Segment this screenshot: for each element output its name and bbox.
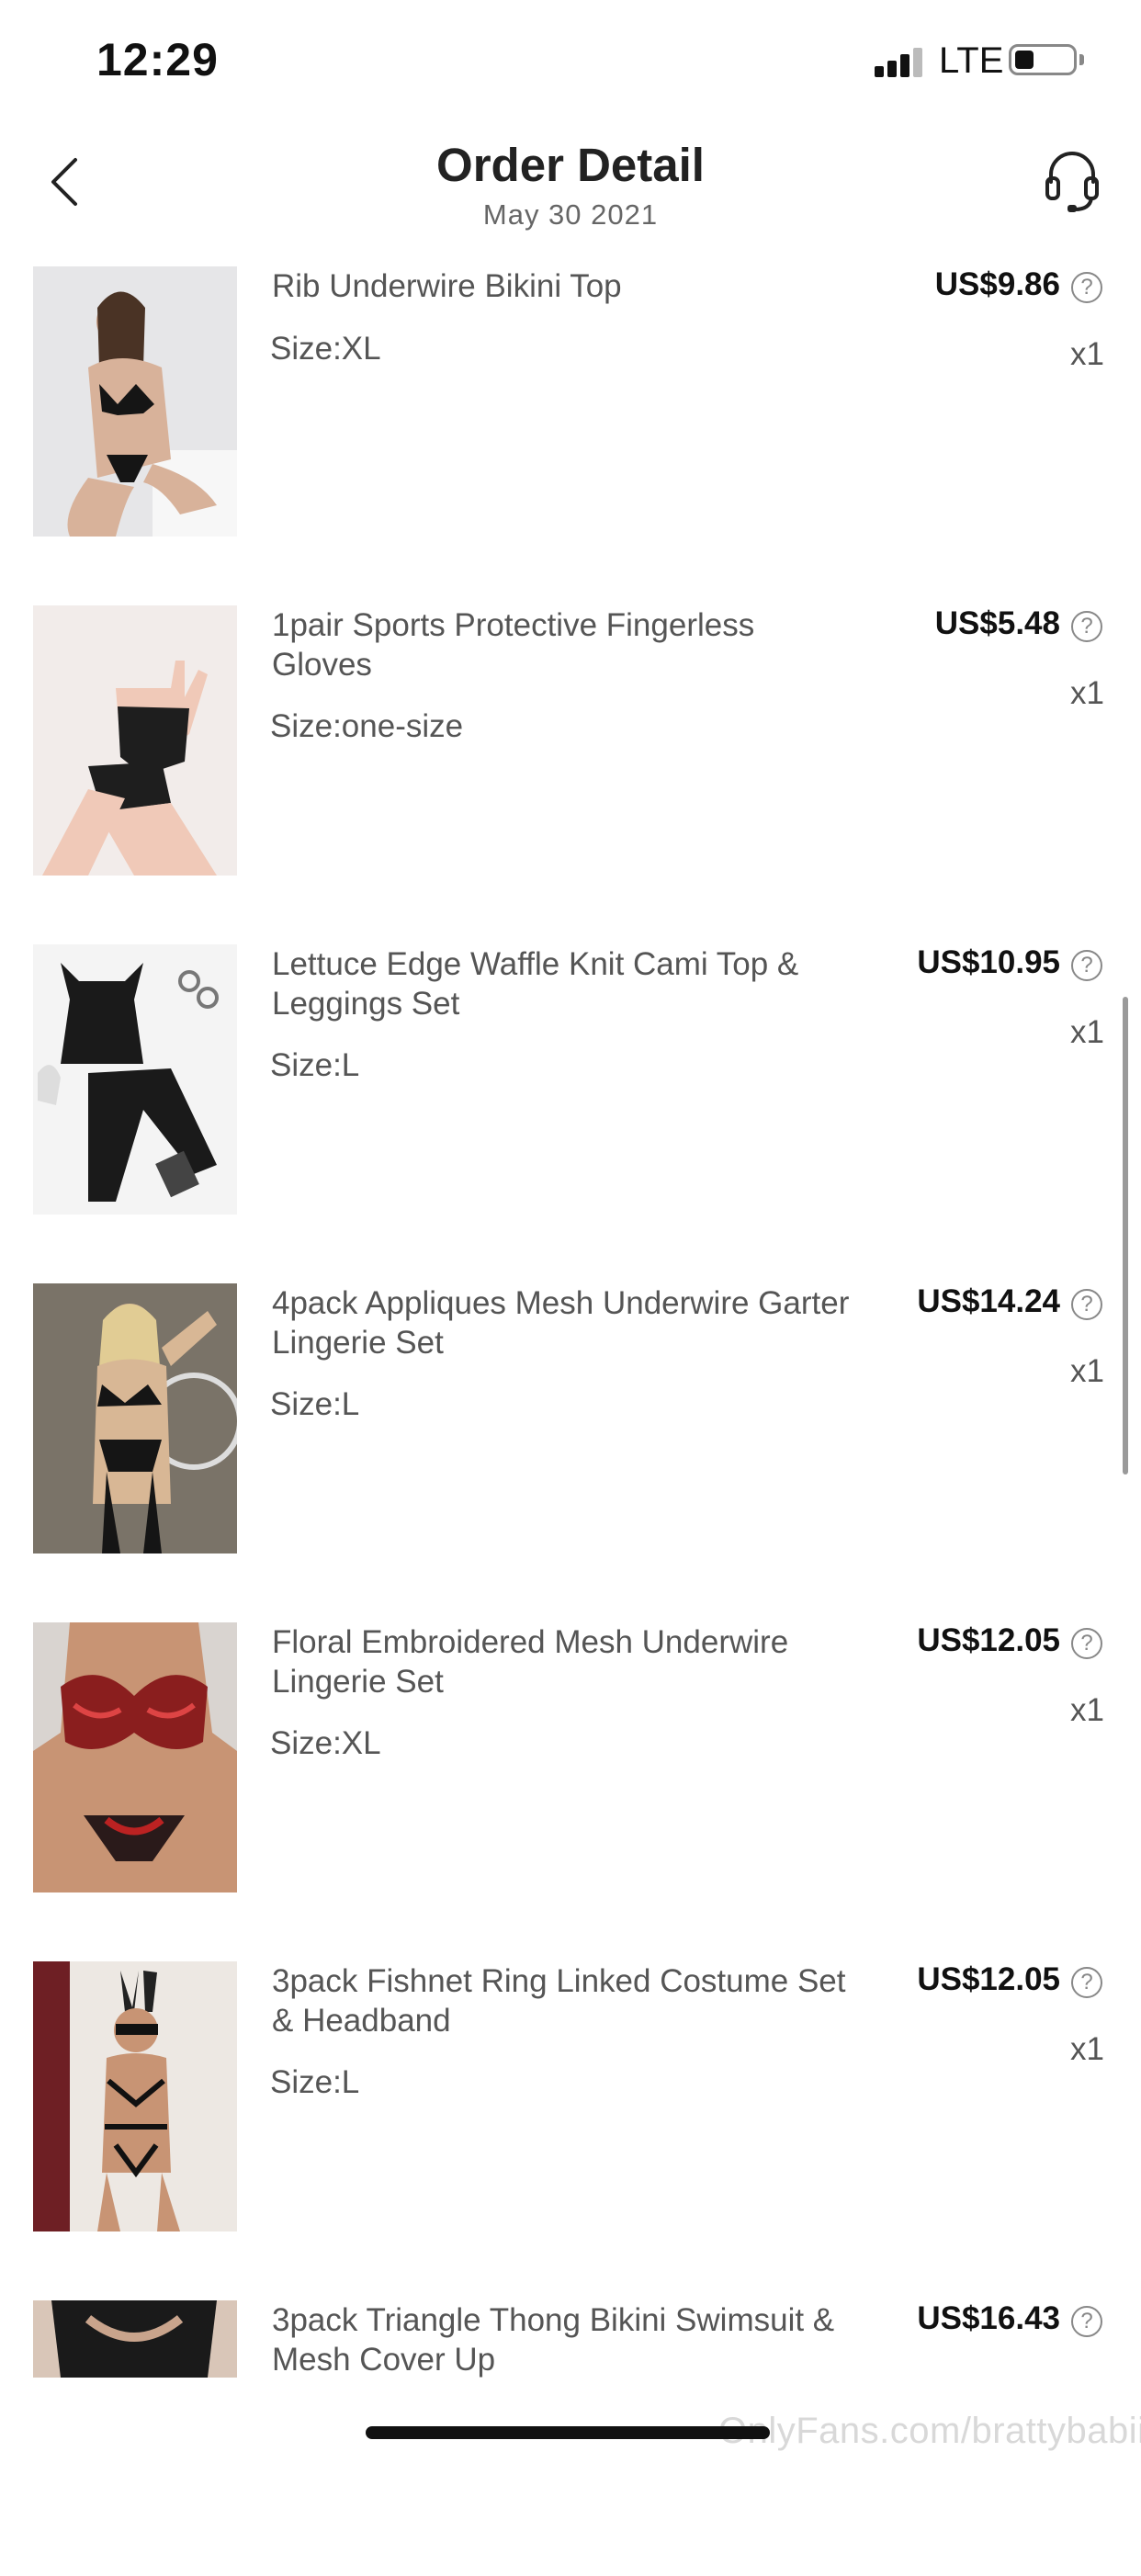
product-name[interactable]: 3pack Triangle Thong Bikini Swimsuit & M… <box>272 2300 860 2379</box>
battery-icon <box>1009 44 1077 75</box>
product-image[interactable] <box>33 1622 237 1892</box>
network-label: LTE <box>939 40 1004 81</box>
product-image[interactable] <box>33 2300 237 2378</box>
product-price: US$16.43 <box>917 2300 1060 2336</box>
product-quantity: x1 <box>1070 336 1104 372</box>
product-name[interactable]: 1pair Sports Protective Fingerless Glove… <box>272 605 860 684</box>
product-price: US$10.95 <box>917 944 1060 980</box>
product-size: Size:L <box>270 1047 360 1083</box>
price-help-icon[interactable]: ? <box>1071 1289 1102 1320</box>
product-size: Size:XL <box>270 1725 381 1761</box>
product-name[interactable]: 4pack Appliques Mesh Underwire Garter Li… <box>272 1283 860 1362</box>
product-image[interactable] <box>33 266 237 537</box>
product-name[interactable]: Lettuce Edge Waffle Knit Cami Top & Legg… <box>272 944 860 1023</box>
product-quantity: x1 <box>1070 1014 1104 1050</box>
order-item[interactable]: 1pair Sports Protective Fingerless Glove… <box>0 605 1141 881</box>
product-size: Size:XL <box>270 331 381 367</box>
order-item[interactable]: Floral Embroidered Mesh Underwire Linger… <box>0 1622 1141 1898</box>
product-image[interactable] <box>33 1961 237 2231</box>
price-help-icon[interactable]: ? <box>1071 950 1102 981</box>
watermark: OnlyFans.com/brattybabiii <box>718 2411 1141 2451</box>
order-item[interactable]: Lettuce Edge Waffle Knit Cami Top & Legg… <box>0 944 1141 1220</box>
product-price: US$9.86 <box>934 266 1060 302</box>
product-image[interactable] <box>33 1283 237 1554</box>
product-quantity: x1 <box>1070 675 1104 711</box>
order-item[interactable]: Rib Underwire Bikini Top Size:XL US$9.86… <box>0 266 1141 542</box>
product-image[interactable] <box>33 605 237 876</box>
product-quantity: x1 <box>1070 2031 1104 2067</box>
price-help-icon[interactable]: ? <box>1071 2306 1102 2337</box>
product-image[interactable] <box>33 944 237 1215</box>
product-size: Size:one-size <box>270 708 464 744</box>
product-price: US$12.05 <box>917 1961 1060 1997</box>
product-price: US$5.48 <box>934 605 1060 641</box>
order-date: May 30 2021 <box>482 198 659 231</box>
product-size: Size:L <box>270 1386 360 1422</box>
price-help-icon[interactable]: ? <box>1071 1967 1102 1998</box>
scrollbar[interactable] <box>1123 997 1128 1474</box>
status-time: 12:29 <box>96 34 219 85</box>
signal-bars-icon <box>875 46 926 77</box>
product-quantity: x1 <box>1070 1692 1104 1728</box>
product-name[interactable]: 3pack Fishnet Ring Linked Costume Set & … <box>272 1961 860 2040</box>
product-price: US$14.24 <box>917 1283 1060 1319</box>
product-quantity: x1 <box>1070 1353 1104 1389</box>
product-name[interactable]: Rib Underwire Bikini Top <box>272 266 860 306</box>
product-price: US$12.05 <box>917 1622 1060 1658</box>
page-title: Order Detail <box>436 139 705 191</box>
order-item[interactable]: 4pack Appliques Mesh Underwire Garter Li… <box>0 1283 1141 1559</box>
product-name[interactable]: Floral Embroidered Mesh Underwire Linger… <box>272 1622 860 1701</box>
price-help-icon[interactable]: ? <box>1071 611 1102 642</box>
headset-icon <box>1045 152 1099 212</box>
price-help-icon[interactable]: ? <box>1071 272 1102 303</box>
home-indicator[interactable] <box>366 2426 770 2439</box>
battery-tip <box>1079 54 1084 65</box>
status-bar: 12:29 LTE <box>0 0 1141 129</box>
product-size: Size:L <box>270 2064 360 2100</box>
order-item[interactable]: 3pack Fishnet Ring Linked Costume Set & … <box>0 1961 1141 2237</box>
price-help-icon[interactable]: ? <box>1071 1628 1102 1659</box>
